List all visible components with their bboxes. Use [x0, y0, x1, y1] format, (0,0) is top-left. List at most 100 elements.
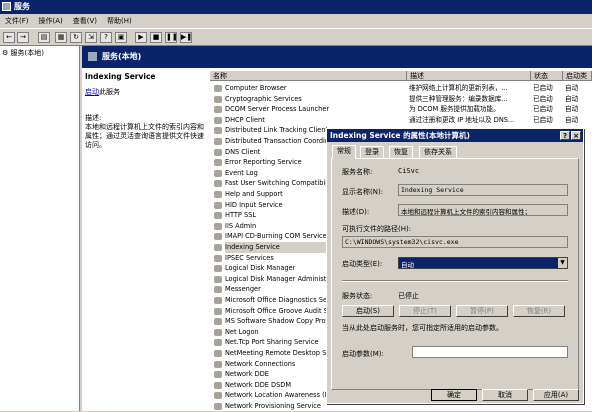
dialog-help-button[interactable]: ?: [560, 131, 570, 140]
service-gear-icon: [214, 286, 222, 294]
description-field[interactable]: 本地和远程计算机上文件的索引内容和属性；: [398, 204, 568, 216]
toolbar: ← → ▤ ▦ ↻ ⇲ ? ▣ ▶ ■ ❚❚ ▶❚: [0, 28, 592, 46]
service-gear-icon: [214, 371, 222, 379]
properties-icon[interactable]: ▣: [115, 32, 127, 43]
service-gear-icon: [214, 180, 222, 188]
dialog-close-button[interactable]: ×: [571, 131, 581, 140]
service-gear-icon: [214, 106, 222, 114]
start-params-label: 启动参数(M):: [342, 350, 384, 358]
service-startup: 自动: [565, 94, 579, 103]
startup-type-select[interactable]: 自动 ▼: [398, 257, 568, 269]
start-params-input[interactable]: [412, 346, 568, 358]
service-gear-icon: [214, 148, 222, 156]
help-icon[interactable]: ?: [100, 32, 112, 43]
table-row[interactable]: Cryptographic Services 提供三种管理服务：编录数据库... 已…: [210, 94, 592, 105]
window-titlebar: 服务: [0, 0, 592, 14]
service-status: 已启动: [533, 94, 553, 103]
service-startup: 自动: [565, 105, 579, 114]
tree-item-label: 服务(本地): [10, 49, 44, 57]
service-status-label: 服务状态:: [342, 292, 373, 300]
service-status: 已启动: [533, 115, 553, 124]
col-name[interactable]: 名称: [210, 71, 407, 81]
exe-path-field[interactable]: C:\WINDOWS\system32\cisvc.exe: [342, 236, 568, 248]
dialog-titlebar: Indexing Service 的属性(本地计算机) ? ×: [327, 129, 583, 142]
service-name: DCOM Server Process Launcher: [225, 105, 330, 114]
service-gear-icon: [214, 222, 222, 230]
startup-type-label: 启动类型(E):: [342, 260, 383, 268]
menu-bar: 文件(F) 操作(A) 查看(V) 帮助(H): [0, 14, 592, 28]
menu-file[interactable]: 文件(F): [0, 14, 34, 28]
stop-button[interactable]: 停止(T): [399, 305, 451, 317]
service-status-value: 已停止: [398, 292, 419, 300]
tab-logon[interactable]: 登录: [360, 146, 384, 158]
service-startup: 自动: [565, 84, 579, 92]
tab-general[interactable]: 常规: [332, 145, 356, 159]
tab-dependencies[interactable]: 依存关系: [419, 146, 457, 158]
up-icon[interactable]: ▤: [38, 32, 50, 43]
table-row[interactable]: Computer Browser 维护网络上计算机的更新列表，... 已启动 自动: [210, 83, 592, 94]
service-gear-icon: [214, 95, 222, 103]
service-name: Cryptographic Services: [225, 94, 302, 103]
service-gear-icon: [214, 339, 222, 347]
pause-button[interactable]: 暂停(P): [456, 305, 508, 317]
menu-action[interactable]: 操作(A): [34, 14, 68, 28]
play-icon[interactable]: ▶: [135, 32, 147, 43]
table-row[interactable]: DCOM Server Process Launcher 为 DCOM 服务提供加…: [210, 104, 592, 115]
col-desc[interactable]: 描述: [407, 71, 531, 81]
service-status: 已启动: [533, 84, 553, 92]
description-pane: Indexing Service 启动此服务 描述: 本地和远程计算机上文件的索…: [82, 68, 210, 411]
service-gear-icon: [214, 360, 222, 368]
exe-path-label: 可执行文件的路径(H):: [342, 225, 412, 233]
table-row[interactable]: DHCP Client 通过注册和更改 IP 地址以及 DNS... 已启动 自动: [210, 115, 592, 126]
service-gear-icon: [214, 159, 222, 167]
show-tree-icon[interactable]: ▦: [55, 32, 67, 43]
tab-recovery[interactable]: 恢复: [389, 146, 413, 158]
service-desc: 维护网络上计算机的更新列表，...: [409, 84, 508, 92]
start-link[interactable]: 启动: [85, 88, 99, 96]
service-gear-icon: [214, 201, 222, 209]
service-gear-icon: [214, 297, 222, 304]
back-icon[interactable]: ←: [3, 32, 15, 43]
service-gear-icon: [214, 85, 222, 92]
menu-view[interactable]: 查看(V): [68, 14, 102, 28]
stop-icon[interactable]: ■: [150, 32, 162, 43]
display-name-label: 显示名称(N):: [342, 188, 384, 196]
service-gear-icon: [214, 381, 222, 389]
pause-icon[interactable]: ❚❚: [165, 32, 178, 43]
resume-button[interactable]: 恢复(R): [513, 305, 565, 317]
service-name: Computer Browser: [225, 84, 287, 92]
display-name-field[interactable]: Indexing Service: [398, 184, 568, 196]
col-status[interactable]: 状态: [531, 71, 563, 81]
apply-button[interactable]: 应用(A): [533, 389, 579, 401]
export-icon[interactable]: ⇲: [85, 32, 97, 43]
forward-icon[interactable]: →: [17, 32, 29, 43]
ok-button[interactable]: 确定: [431, 389, 477, 401]
service-gear-icon: [214, 254, 222, 262]
start-link-line: 启动此服务: [82, 85, 210, 99]
start-link-suffix: 此服务: [99, 88, 120, 96]
dialog-title: Indexing Service 的属性(本地计算机): [330, 131, 470, 140]
description-label: 描述(D):: [342, 208, 370, 216]
service-desc: 提供三种管理服务：编录数据库...: [409, 94, 508, 103]
window-title: 服务: [14, 2, 30, 11]
description-label: 描述:: [85, 114, 102, 122]
service-gear-icon: [214, 244, 222, 251]
refresh-icon[interactable]: ↻: [70, 32, 82, 43]
chevron-down-icon[interactable]: ▼: [558, 258, 567, 268]
services-icon: [88, 52, 97, 61]
startup-type-value: 自动: [401, 261, 414, 269]
service-gear-icon: [214, 127, 222, 135]
properties-dialog: Indexing Service 的属性(本地计算机) ? × 常规 登录 恢复…: [326, 128, 584, 404]
restart-icon[interactable]: ▶❚: [180, 32, 192, 43]
service-gear-icon: [214, 318, 222, 326]
service-gear-icon: [214, 212, 222, 220]
menu-help[interactable]: 帮助(H): [102, 14, 137, 28]
service-desc: 为 DCOM 服务提供加载功能。: [409, 105, 500, 114]
cancel-button[interactable]: 取消: [482, 389, 528, 401]
description-text: 本地和远程计算机上文件的索引内容和属性；通过灵活查询语言提供文件快速访问。: [85, 123, 204, 149]
service-desc: 通过注册和更改 IP 地址以及 DNS...: [409, 115, 515, 124]
start-button[interactable]: 启动(S): [342, 305, 394, 317]
divider: [342, 280, 568, 282]
col-startup[interactable]: 启动类: [563, 71, 592, 81]
tree-item-services-local[interactable]: ⚙ 服务(本地): [0, 46, 79, 60]
